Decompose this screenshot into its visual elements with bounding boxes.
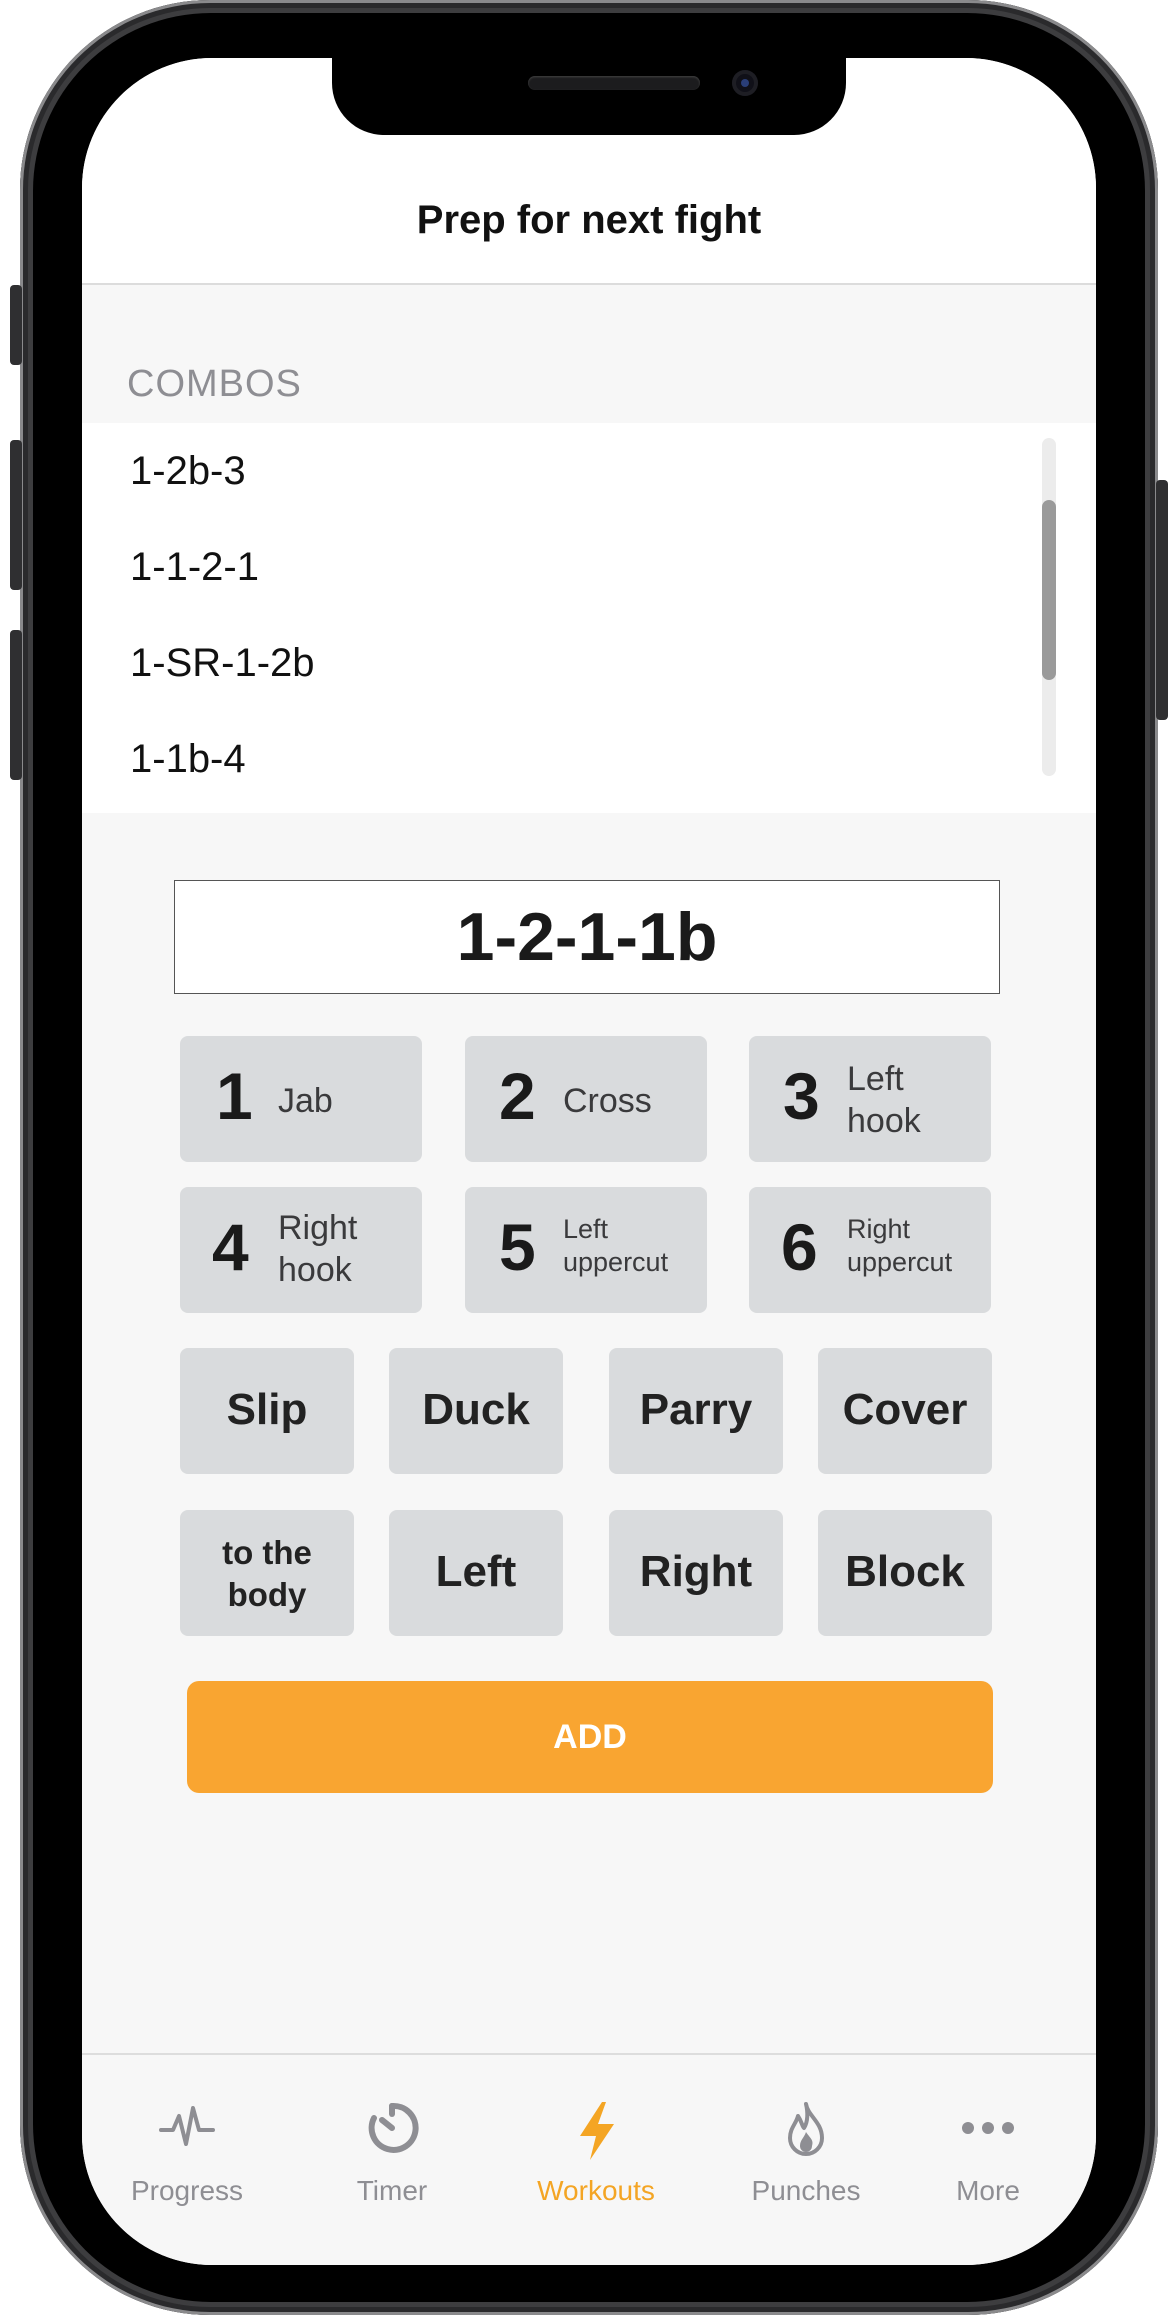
punch-number: 4 xyxy=(212,1210,249,1284)
flame-icon xyxy=(788,2102,824,2156)
list-item[interactable]: 1-SR-1-2b xyxy=(130,641,315,686)
left-label: Left xyxy=(435,1547,517,1596)
punch-label: Cross xyxy=(563,1082,652,1120)
volume-down-button xyxy=(10,630,22,780)
tab-timer[interactable]: Timer xyxy=(302,2055,482,2235)
add-button[interactable]: ADD xyxy=(187,1681,993,1793)
punch-number: 5 xyxy=(499,1210,536,1284)
tab-label: Punches xyxy=(751,2175,861,2206)
punch-key-right-hook[interactable]: 4 Right hook xyxy=(180,1187,422,1313)
scrollbar-thumb[interactable] xyxy=(1042,500,1056,680)
parry-button[interactable]: Parry xyxy=(609,1348,783,1474)
slip-label: Slip xyxy=(226,1385,308,1434)
block-label: Block xyxy=(845,1547,965,1596)
tab-label: More xyxy=(956,2175,1020,2206)
punch-key-right-uppercut[interactable]: 6 Right uppercut xyxy=(749,1187,991,1313)
right-label: Right xyxy=(639,1547,753,1596)
block-button[interactable]: Block xyxy=(818,1510,992,1636)
power-button xyxy=(1156,480,1168,720)
tab-more[interactable]: More xyxy=(898,2055,1078,2235)
left-button[interactable]: Left xyxy=(389,1510,563,1636)
list-item[interactable]: 1-2b-3 xyxy=(130,449,246,494)
speaker-grille xyxy=(528,76,700,90)
punch-number: 6 xyxy=(781,1210,818,1284)
right-button[interactable]: Right xyxy=(609,1510,783,1636)
volume-up-button xyxy=(10,440,22,590)
punch-label: Left hook xyxy=(847,1060,921,1140)
parry-label: Parry xyxy=(639,1385,753,1434)
tab-bar: Progress Timer Workouts Punches More xyxy=(82,2053,1096,2265)
app-screen: Prep for next fight COMBOS 1-2b-3 1-1-2-… xyxy=(82,58,1096,2265)
punch-key-left-uppercut[interactable]: 5 Left uppercut xyxy=(465,1187,707,1313)
tab-workouts[interactable]: Workouts xyxy=(506,2055,686,2235)
tab-punches[interactable]: Punches xyxy=(716,2055,896,2235)
list-item[interactable]: 1-1b-4 xyxy=(130,737,246,782)
lightning-icon xyxy=(580,2102,614,2160)
front-camera xyxy=(732,70,758,96)
combo-input[interactable]: 1-2-1-1b xyxy=(174,880,1000,994)
page-title: Prep for next fight xyxy=(416,198,762,242)
ellipsis-icon xyxy=(962,2122,1014,2134)
combos-section-header: COMBOS xyxy=(127,363,302,405)
notch xyxy=(332,58,846,135)
to-the-body-button[interactable]: to the body xyxy=(180,1510,354,1636)
punch-label: Right hook xyxy=(278,1209,358,1289)
cover-button[interactable]: Cover xyxy=(818,1348,992,1474)
punch-key-left-hook[interactable]: 3 Left hook xyxy=(749,1036,991,1162)
combos-list[interactable]: 1-2b-3 1-1-2-1 1-SR-1-2b 1-1b-4 xyxy=(82,423,1096,813)
punch-label: Left uppercut xyxy=(563,1214,669,1277)
timer-icon xyxy=(368,2102,419,2153)
punch-label: Right uppercut xyxy=(847,1214,953,1277)
pulse-icon xyxy=(159,2106,215,2146)
punch-number: 3 xyxy=(783,1059,820,1133)
to-the-body-label: to the body xyxy=(222,1534,312,1613)
punch-number: 1 xyxy=(216,1059,253,1133)
duck-button[interactable]: Duck xyxy=(389,1348,563,1474)
list-scrollbar[interactable] xyxy=(1042,438,1056,776)
tab-label: Workouts xyxy=(537,2175,655,2206)
slip-button[interactable]: Slip xyxy=(180,1348,354,1474)
tab-progress[interactable]: Progress xyxy=(97,2055,277,2235)
mute-switch xyxy=(10,285,22,365)
punch-number: 2 xyxy=(499,1059,536,1133)
punch-key-jab[interactable]: 1 Jab xyxy=(180,1036,422,1162)
tab-label: Progress xyxy=(130,2175,244,2206)
duck-label: Duck xyxy=(422,1385,530,1434)
cover-label: Cover xyxy=(842,1385,968,1434)
tab-label: Timer xyxy=(356,2175,428,2206)
punch-key-cross[interactable]: 2 Cross xyxy=(465,1036,707,1162)
list-item[interactable]: 1-1-2-1 xyxy=(130,545,259,590)
punch-label: Jab xyxy=(278,1082,333,1120)
